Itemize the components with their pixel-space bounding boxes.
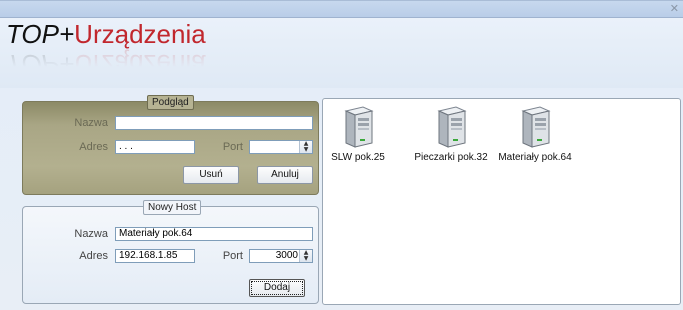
device-item[interactable]: Pieczarki pok.32 [411, 105, 491, 163]
preview-address-field[interactable]: . . . [115, 140, 195, 154]
device-label: SLW pok.25 [331, 152, 385, 163]
new-host-port-stepper[interactable]: 3000 ▲ ▼ [249, 249, 313, 263]
server-icon [437, 106, 467, 148]
new-host-name-label: Nazwa [74, 228, 108, 240]
cancel-button[interactable]: Anuluj [257, 166, 313, 184]
new-host-address-label: Adres [79, 250, 108, 262]
preview-name-label: Nazwa [74, 117, 108, 129]
logo-part-top: TOP+ [6, 19, 75, 49]
server-icon [521, 106, 551, 148]
spin-arrows-icon[interactable]: ▲ ▼ [299, 250, 312, 262]
server-icon [344, 106, 374, 148]
delete-button[interactable]: Usuń [183, 166, 239, 184]
new-host-address-field[interactable]: 192.168.1.85 [115, 249, 195, 263]
logo-reflection: TOP+Urządzenia [6, 49, 206, 79]
app-logo: TOP+Urządzenia [6, 19, 206, 49]
spin-arrows-icon[interactable]: ▲ ▼ [299, 141, 312, 153]
device-list[interactable]: SLW pok.25 Pieczarki pok.32 Materiały po… [322, 98, 681, 305]
new-host-port-label: Port [222, 250, 243, 262]
device-item[interactable]: SLW pok.25 [327, 105, 389, 163]
preview-name-field[interactable] [115, 116, 313, 130]
preview-port-label: Port [222, 141, 243, 153]
logo-reflection-part-top: TOP+ [6, 49, 75, 79]
preview-address-label: Adres [79, 141, 108, 153]
device-label: Pieczarki pok.32 [414, 152, 488, 163]
new-host-port-value: 3000 [275, 250, 298, 261]
logo-part-devices: Urządzenia [74, 19, 206, 49]
preview-port-stepper[interactable]: ▲ ▼ [249, 140, 313, 154]
device-item[interactable]: Materiały pok.64 [497, 105, 573, 163]
title-bar: ✕ [0, 1, 683, 18]
add-button[interactable]: Dodaj [249, 279, 305, 297]
preview-legend: Podgląd [147, 95, 194, 110]
device-label: Materiały pok.64 [498, 152, 572, 163]
app-window: ✕ TOP+Urządzenia TOP+Urządzenia Podgląd … [0, 0, 683, 310]
close-icon[interactable]: ✕ [670, 2, 679, 15]
new-host-name-field[interactable]: Materiały pok.64 [115, 227, 313, 241]
new-host-legend: Nowy Host [143, 200, 202, 215]
logo-reflection-part-devices: Urządzenia [74, 49, 206, 79]
new-host-group: Nowy Host Nazwa Materiały pok.64 Adres 1… [22, 200, 319, 304]
preview-group: Podgląd Nazwa Adres . . . Port ▲ ▼ Usuń A… [22, 95, 319, 195]
